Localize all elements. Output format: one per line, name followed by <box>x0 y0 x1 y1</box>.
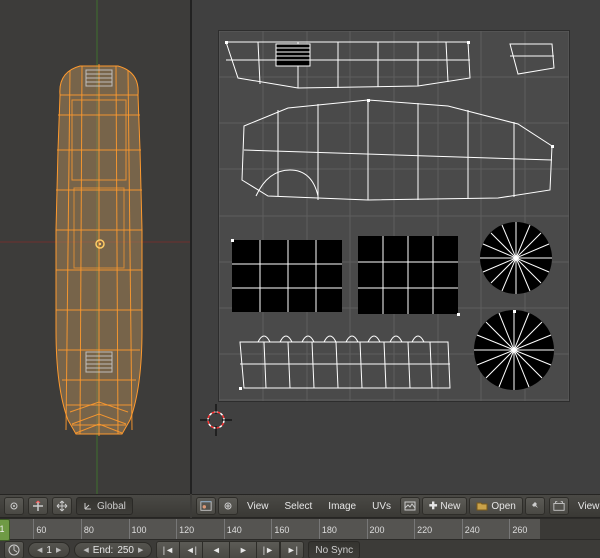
timeline-editor-icon[interactable] <box>4 541 24 558</box>
timeline-tick: 60 <box>33 519 46 539</box>
play-reverse-button[interactable]: ◄ <box>203 541 230 558</box>
end-label: End: <box>93 545 114 556</box>
sync-label: No Sync <box>315 545 353 556</box>
3d-view-header: Global <box>0 494 190 518</box>
menu-image[interactable]: Image <box>321 497 363 515</box>
menu-uvs[interactable]: UVs <box>365 497 398 515</box>
pivot-point-dropdown[interactable] <box>4 497 24 515</box>
open-label: Open <box>491 501 515 512</box>
pin-image-button[interactable] <box>525 497 545 515</box>
menu-view-2[interactable]: View <box>571 497 600 515</box>
timeline-tick: 160 <box>271 519 289 539</box>
keyframe-prev-button[interactable]: ◄| <box>180 541 203 558</box>
timeline-ruler[interactable]: 1 60 80 100 120 140 160 180 200 220 240 260 <box>0 518 600 540</box>
playback-buttons: |◄ ◄| ◄ ► |► ►| <box>156 541 304 558</box>
timeline-tick: 140 <box>224 519 242 539</box>
3d-viewport[interactable] <box>0 0 192 494</box>
jump-end-button[interactable]: ►| <box>280 541 304 558</box>
timeline-post-end-region <box>540 519 600 539</box>
open-image-button[interactable]: Open <box>469 497 522 515</box>
app-root: Global View Select Image UVs ✚New Open <box>0 0 600 558</box>
timeline-tick: 240 <box>462 519 480 539</box>
2d-cursor-icon <box>198 402 234 438</box>
end-frame-field[interactable]: ◀End: 250▶ <box>74 542 152 558</box>
new-image-button[interactable]: ✚New <box>422 497 467 515</box>
editor-type-dropdown[interactable] <box>196 497 216 515</box>
timeline-tick: 220 <box>414 519 432 539</box>
menu-view[interactable]: View <box>240 497 276 515</box>
manipulator-toggle[interactable] <box>28 497 48 515</box>
collapse-menus-icon[interactable] <box>218 497 238 515</box>
timeline-tick: 200 <box>367 519 385 539</box>
folder-open-icon <box>476 501 488 511</box>
timeline-tick: 80 <box>81 519 94 539</box>
viewport-row <box>0 0 600 494</box>
end-value: 250 <box>117 545 134 556</box>
current-frame-value: 1 <box>46 545 52 556</box>
keyframe-next-button[interactable]: |► <box>257 541 280 558</box>
jump-start-button[interactable]: |◄ <box>156 541 180 558</box>
new-label: New <box>440 501 460 512</box>
uv-image-editor[interactable] <box>192 0 600 494</box>
timeline-tick: 120 <box>176 519 194 539</box>
manipulator-translate-icon[interactable] <box>52 497 72 515</box>
current-frame-field[interactable]: ◀1▶ <box>28 542 70 558</box>
image-browse-dropdown[interactable] <box>400 497 420 515</box>
uv-editor-header: View Select Image UVs ✚New Open View <box>192 494 600 518</box>
timeline-tick: 100 <box>129 519 147 539</box>
timeline-controls: ◀1▶ ◀End: 250▶ |◄ ◄| ◄ ► |► ►| No Sync <box>0 540 600 558</box>
uv-grid-backdrop <box>218 30 570 402</box>
sync-mode-dropdown[interactable]: No Sync <box>308 541 360 558</box>
play-button[interactable]: ► <box>230 541 257 558</box>
origin-gizmo-icon <box>94 238 106 250</box>
editor-type-dropdown-2[interactable] <box>549 497 569 515</box>
timeline-tick: 260 <box>509 519 527 539</box>
menu-select[interactable]: Select <box>278 497 320 515</box>
orientation-label: Global <box>97 501 126 512</box>
timeline-tick: 180 <box>319 519 337 539</box>
transform-orientation-dropdown[interactable]: Global <box>76 497 133 515</box>
timeline-area: 1 60 80 100 120 140 160 180 200 220 240 260 ◀1▶ ◀E… <box>0 518 600 558</box>
timeline-playhead[interactable]: 1 <box>0 519 10 541</box>
